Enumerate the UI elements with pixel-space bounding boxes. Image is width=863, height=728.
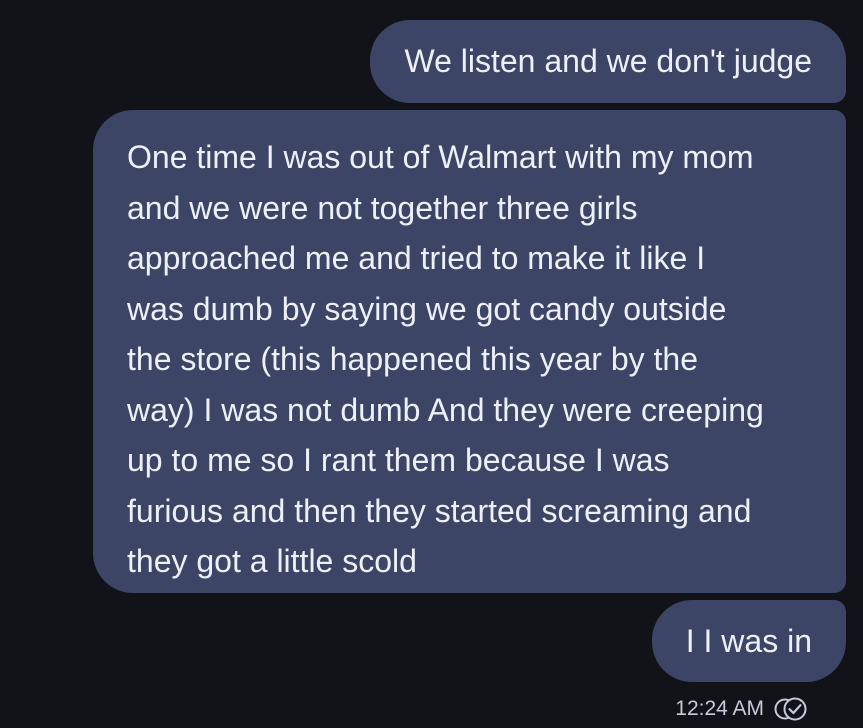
message-text-line: up to me so I rant them because I was: [127, 442, 670, 478]
message-text: I I was in: [685, 622, 812, 659]
message-bubble-sent-last[interactable]: I I was in: [651, 600, 846, 682]
message-text-line: was dumb by saying we got candy outside: [127, 290, 727, 327]
message-bubble-sent[interactable]: We listen and we don't judge: [370, 20, 846, 103]
message-text-line: furious and then they started screaming …: [127, 492, 752, 529]
message-bubble-sent-long[interactable]: One time I was out of Walmart with my mo…: [93, 110, 846, 593]
message-text-line: and we were not together three girls: [127, 189, 638, 226]
message-text-line: they got a little scold: [127, 543, 417, 579]
message-text-line: the store (this happened this year by th…: [127, 341, 699, 377]
message-timestamp: 12:24 AM: [675, 697, 764, 720]
message-meta: 12:24 AM: [675, 693, 808, 725]
read-receipt-icon: [774, 696, 808, 722]
message-text-line: approached me and tried to make it like …: [127, 240, 706, 276]
message-text-line: One time I was out of Walmart with my mo…: [127, 139, 754, 175]
message-text: We listen and we don't judge: [404, 43, 812, 79]
message-text-line: way) I was not dumb And they were creepi…: [127, 391, 764, 428]
